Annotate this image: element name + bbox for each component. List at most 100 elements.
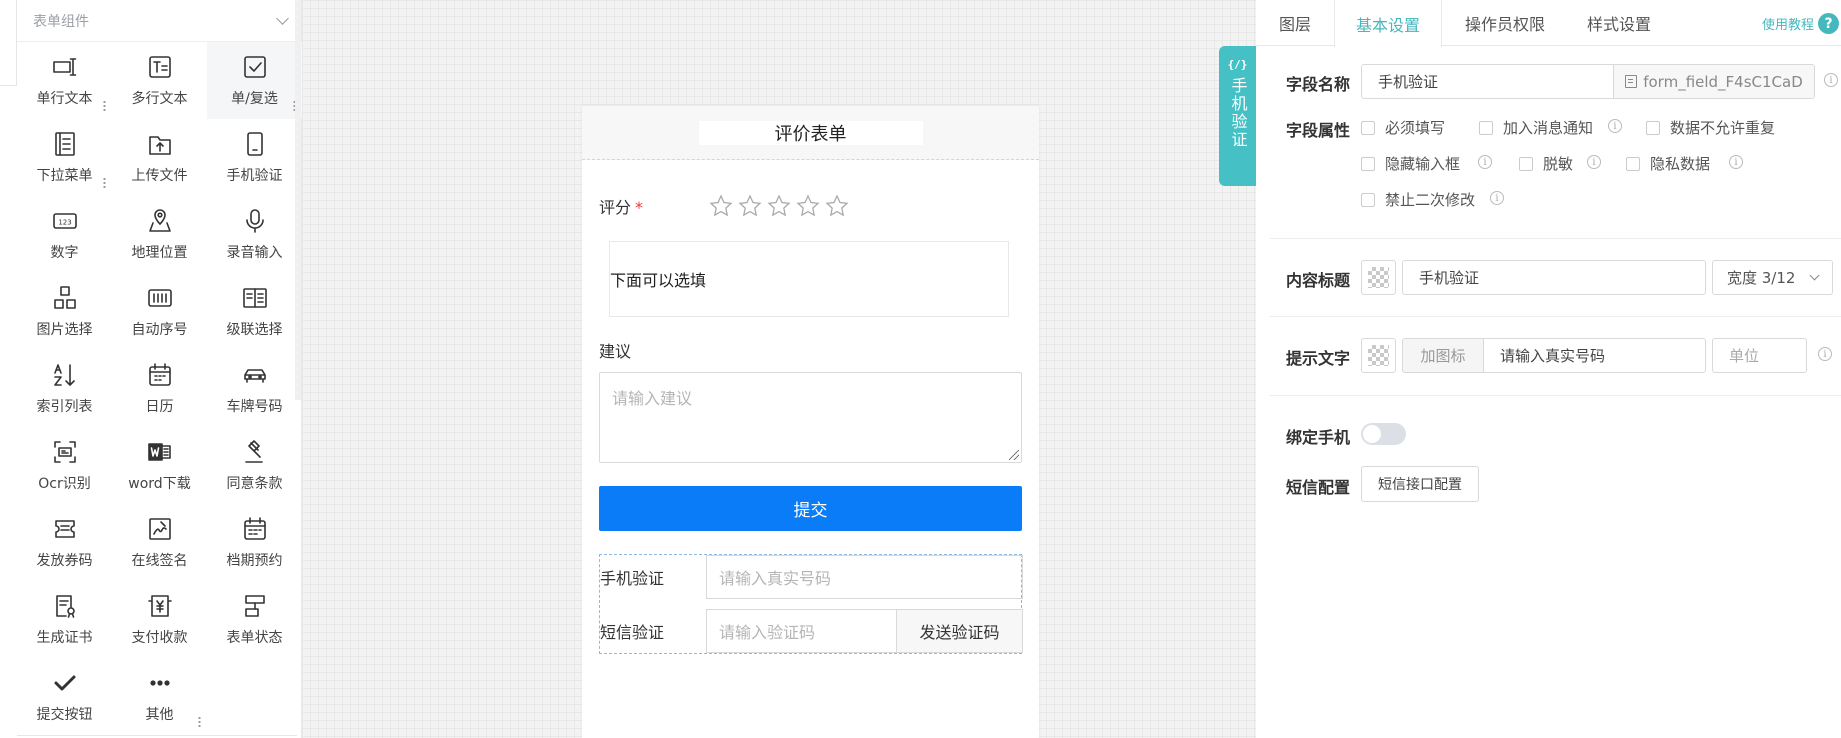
- sms-code-input[interactable]: 请输入验证码: [706, 609, 897, 653]
- palette-scrollbar[interactable]: [295, 0, 301, 400]
- phone-row: 手机验证 请输入真实号码: [600, 555, 1023, 599]
- checkbox-private[interactable]: 隐私数据: [1626, 153, 1710, 174]
- component-form-status[interactable]: 表单状态: [207, 581, 302, 658]
- star-icon[interactable]: [825, 194, 849, 218]
- az-sort-icon: [53, 363, 75, 386]
- rating-label: 评分 *: [599, 198, 644, 217]
- phone-input[interactable]: 请输入真实号码: [706, 555, 1023, 599]
- component-certificate[interactable]: 生成证书: [17, 581, 112, 658]
- checkbox-desensitize[interactable]: 脱敏: [1519, 153, 1573, 174]
- car-icon: [243, 368, 266, 383]
- info-icon[interactable]: i: [1490, 191, 1504, 205]
- checkbox-box[interactable]: [1626, 156, 1640, 171]
- info-icon[interactable]: i: [1818, 347, 1832, 361]
- star-icon[interactable]: [796, 194, 820, 218]
- component-single-line-text[interactable]: 单行文本: [17, 42, 112, 119]
- component-calendar[interactable]: 日历: [112, 350, 207, 427]
- hint-text-input[interactable]: 请输入真实号码: [1483, 338, 1706, 373]
- component-cascade-select[interactable]: 级联选择: [207, 273, 302, 350]
- component-word-download[interactable]: word下载: [112, 427, 207, 504]
- component-index-list[interactable]: 索引列表: [17, 350, 112, 427]
- component-payment[interactable]: 支付收款: [112, 581, 207, 658]
- field-name-input[interactable]: 手机验证: [1362, 65, 1614, 98]
- transparent-swatch-icon: [1368, 267, 1389, 288]
- submit-button[interactable]: 提交: [599, 486, 1022, 531]
- width-select-value: 宽度 3/12: [1727, 269, 1796, 287]
- info-icon[interactable]: i: [1824, 73, 1838, 87]
- checkbox-notify[interactable]: 加入消息通知: [1479, 117, 1593, 138]
- form-title[interactable]: 评价表单: [698, 120, 923, 145]
- info-icon[interactable]: i: [1608, 119, 1622, 133]
- drag-handle-icon[interactable]: [103, 100, 106, 111]
- field-type-tab[interactable]: {/} 手机验证: [1219, 46, 1256, 186]
- component-license-plate[interactable]: 车牌号码: [207, 350, 302, 427]
- field-id-copy[interactable]: form_field_F4sC1CaD: [1614, 65, 1814, 98]
- checkbox-box[interactable]: [1646, 120, 1660, 135]
- checkbox-required[interactable]: 必须填写: [1361, 117, 1445, 138]
- drag-handle-icon[interactable]: [198, 716, 201, 727]
- component-agree-terms[interactable]: 同意条款: [207, 427, 302, 504]
- component-dropdown[interactable]: 下拉菜单: [17, 119, 112, 196]
- component-image-select[interactable]: 图片选择: [17, 273, 112, 350]
- component-auto-number[interactable]: 自动序号: [112, 273, 207, 350]
- form-header: 评价表单: [582, 106, 1039, 160]
- palette-group-header[interactable]: 表单组件: [17, 0, 297, 42]
- info-icon[interactable]: i: [1587, 155, 1601, 169]
- component-number[interactable]: 123 数字: [17, 196, 112, 273]
- add-icon-button[interactable]: 加图标: [1402, 338, 1484, 373]
- width-select[interactable]: 宽度 3/12: [1712, 260, 1833, 295]
- info-icon[interactable]: i: [1478, 155, 1492, 169]
- tab-operator-permissions[interactable]: 操作员权限: [1442, 0, 1568, 46]
- resize-handle-icon[interactable]: [1009, 450, 1019, 460]
- icon-picker[interactable]: [1361, 260, 1396, 295]
- field-id: form_field_F4sC1CaD: [1643, 72, 1803, 91]
- drag-handle-icon[interactable]: [103, 177, 106, 188]
- checkbox-no-duplicate[interactable]: 数据不允许重复: [1646, 117, 1775, 138]
- star-icon[interactable]: [738, 194, 762, 218]
- component-schedule[interactable]: 档期预约: [207, 504, 302, 581]
- send-code-button[interactable]: 发送验证码: [897, 609, 1023, 653]
- star-icon[interactable]: [767, 194, 791, 218]
- content-title-input[interactable]: 手机验证: [1402, 260, 1706, 295]
- component-upload-file[interactable]: 上传文件: [112, 119, 207, 196]
- ocr-scan-icon: [53, 440, 76, 463]
- component-coupon[interactable]: 发放券码: [17, 504, 112, 581]
- component-mobile-verify[interactable]: 手机验证: [207, 119, 302, 196]
- phone-verify-field[interactable]: 手机验证 请输入真实号码 短信验证 请输入验证码 发送验证码: [599, 554, 1023, 654]
- component-voice-input[interactable]: 录音输入: [207, 196, 302, 273]
- component-label: 单行文本: [36, 90, 93, 107]
- rating-field[interactable]: 评分 *: [599, 194, 849, 218]
- settings-panel: 图层 基本设置 操作员权限 样式设置 使用教程 ? 字段名称 手机验证 form…: [1256, 0, 1841, 738]
- checkbox-box[interactable]: [1479, 120, 1493, 135]
- component-location[interactable]: 地理位置: [112, 196, 207, 273]
- checkbox-box[interactable]: [1361, 120, 1375, 135]
- tab-style-settings[interactable]: 样式设置: [1568, 0, 1670, 46]
- checkbox-box[interactable]: [1361, 156, 1375, 171]
- mobile-phone-icon: [246, 131, 263, 156]
- info-icon[interactable]: i: [1729, 155, 1743, 169]
- payment-yuan-icon: [147, 594, 172, 617]
- component-ocr[interactable]: Ocr识别: [17, 427, 112, 504]
- chevron-down-icon[interactable]: [276, 12, 289, 25]
- unit-input[interactable]: 单位: [1712, 338, 1807, 373]
- component-other[interactable]: 其他: [112, 658, 207, 735]
- tab-basic-settings[interactable]: 基本设置: [1334, 0, 1442, 47]
- component-submit-button[interactable]: 提交按钮: [17, 658, 112, 735]
- bind-phone-toggle[interactable]: [1361, 423, 1406, 445]
- tab-layers[interactable]: 图层: [1256, 0, 1334, 46]
- checkbox-no-edit[interactable]: 禁止二次修改: [1361, 189, 1475, 210]
- component-signature[interactable]: 在线签名: [112, 504, 207, 581]
- component-multi-line-text[interactable]: 多行文本: [112, 42, 207, 119]
- optional-note-text[interactable]: 下面可以选填: [609, 241, 1009, 317]
- star-rating[interactable]: [709, 194, 849, 218]
- tutorial-link[interactable]: 使用教程 ?: [1762, 13, 1839, 34]
- icon-picker[interactable]: [1361, 338, 1396, 373]
- component-checkbox[interactable]: 单/复选: [207, 42, 302, 119]
- palette-group-title: 表单组件: [33, 13, 89, 30]
- checkbox-hide-input[interactable]: 隐藏输入框: [1361, 153, 1460, 174]
- checkbox-box[interactable]: [1361, 192, 1375, 207]
- checkbox-box[interactable]: [1519, 156, 1533, 171]
- star-icon[interactable]: [709, 194, 733, 218]
- suggestion-textarea[interactable]: 请输入建议: [599, 372, 1022, 463]
- sms-config-button[interactable]: 短信接口配置: [1361, 466, 1479, 502]
